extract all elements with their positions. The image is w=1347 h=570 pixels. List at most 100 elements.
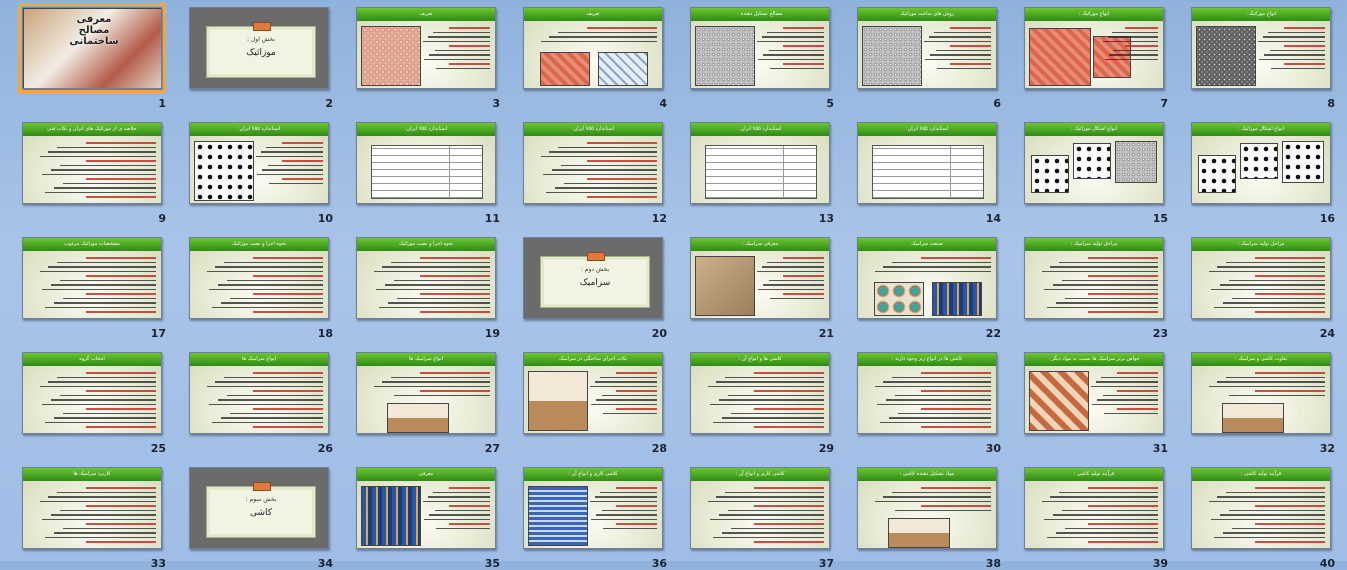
slide-number: 23	[1152, 327, 1168, 340]
slide-thumbnail[interactable]: انواع موزائیک :	[1024, 7, 1164, 89]
slide-thumbnail[interactable]: روش های ساخت موزائیک	[857, 7, 997, 89]
slide-thumbnail[interactable]: انواع سرامیک ها	[356, 352, 496, 434]
slide-15[interactable]: انواع اشکال موزائیک : 15	[1024, 122, 1168, 225]
slide-38[interactable]: مواد تشکیل دهنده کاشی : 38	[857, 467, 1001, 570]
slide-thumbnail[interactable]: کاشی ها و انواع آن :	[690, 352, 830, 434]
slide-24[interactable]: مراحل تولید سرامیک : 24	[1191, 237, 1335, 340]
slide-3[interactable]: تعریف 3	[356, 7, 500, 110]
slide-thumbnail[interactable]: نکات اجرای ساختگی در سرامیک	[523, 352, 663, 434]
slide-title-bar: فرآیند تولید کاشی :	[1025, 468, 1163, 481]
slide-title-bar: استاندارد ۷۵۵ ایران:	[858, 123, 996, 136]
slide-thumbnail[interactable]: نحوه اجرا و نصب موزائیک	[356, 237, 496, 319]
slide-thumbnail[interactable]: کاشی کاری و انواع آن :	[690, 467, 830, 549]
slide-thumbnail[interactable]: استاندارد ۷۵۵ ایران:	[690, 122, 830, 204]
slide-thumbnail[interactable]: فرآیند تولید کاشی :	[1024, 467, 1164, 549]
slide-thumbnail[interactable]: مواد تشکیل دهنده کاشی :	[857, 467, 997, 549]
slide-title-bar: تعریف	[357, 8, 495, 21]
slide-34[interactable]: بخش سوم : کاشی 34	[189, 467, 333, 570]
slide-thumbnail[interactable]: خواص برتر سرامیک ها نسبت به مواد دیگر :	[1024, 352, 1164, 434]
slide-33[interactable]: کاربرد سرامیک ها 33	[22, 467, 166, 570]
slide-number: 14	[985, 212, 1001, 225]
slide-40[interactable]: فرآیند تولید کاشی : 40	[1191, 467, 1335, 570]
slide-image	[528, 371, 588, 431]
slide-number: 27	[484, 442, 500, 455]
slide-16[interactable]: انواع اشکال موزائیک : 16	[1191, 122, 1335, 225]
slide-thumbnail[interactable]: استاندارد ۷۵۵ ایران:	[356, 122, 496, 204]
slide-title-bar: تعریف	[524, 8, 662, 21]
slide-image	[1029, 28, 1091, 86]
slide-thumbnail[interactable]: کاشی کاری و انواع آن :	[523, 467, 663, 549]
slide-25[interactable]: انتخاب گروه 25	[22, 352, 166, 455]
slide-title-bar: استاندارد ۷۵۵ ایران:	[190, 123, 328, 136]
slide-9[interactable]: خلاصه ی از موزائیک های ایران و نکات فنی 9	[22, 122, 166, 225]
slide-35[interactable]: معرفی 35	[356, 467, 500, 570]
slide-12[interactable]: استاندارد ۷۵۵ ایران: 12	[523, 122, 667, 225]
slide-thumbnail[interactable]: معرفی مصالح ساختمانی	[18, 3, 166, 93]
slide-32[interactable]: تفاوت کاشی و سرامیک : 32	[1191, 352, 1335, 455]
slide-thumbnail[interactable]: بخش اول : موزائیک	[189, 7, 329, 89]
slide-6[interactable]: روش های ساخت موزائیک 6	[857, 7, 1001, 110]
slide-thumbnail[interactable]: انواع سرامیک ها	[189, 352, 329, 434]
slide-37[interactable]: کاشی کاری و انواع آن : 37	[690, 467, 834, 570]
slide-title-bar: مواد تشکیل دهنده کاشی :	[858, 468, 996, 481]
slide-5[interactable]: مصالح تشکیل دهنده : 5	[690, 7, 834, 110]
slide-thumbnail[interactable]: بخش سوم : کاشی	[189, 467, 329, 549]
slide-title-bar: انواع سرامیک ها	[190, 353, 328, 366]
slide-11[interactable]: استاندارد ۷۵۵ ایران: 11	[356, 122, 500, 225]
slide-thumbnail[interactable]: استاندارد ۷۵۵ ایران:	[857, 122, 997, 204]
slide-number: 21	[818, 327, 834, 340]
slide-19[interactable]: نحوه اجرا و نصب موزائیک 19	[356, 237, 500, 340]
slide-title-bar: انواع موزائیک :	[1192, 8, 1330, 21]
slide-thumbnail[interactable]: مشخصات موزائیک مرغوب	[22, 237, 162, 319]
slide-thumbnail[interactable]: کاشی ها در انواع زیر وجود دارند :	[857, 352, 997, 434]
slide-14[interactable]: استاندارد ۷۵۵ ایران: 14	[857, 122, 1001, 225]
slide-17[interactable]: مشخصات موزائیک مرغوب 17	[22, 237, 166, 340]
slide-thumbnail[interactable]: انواع موزائیک :	[1191, 7, 1331, 89]
slide-thumbnail[interactable]: انواع اشکال موزائیک :	[1191, 122, 1331, 204]
slide-31[interactable]: خواص برتر سرامیک ها نسبت به مواد دیگر : 3…	[1024, 352, 1168, 455]
slide-27[interactable]: انواع سرامیک ها 27	[356, 352, 500, 455]
slide-7[interactable]: انواع موزائیک : 7	[1024, 7, 1168, 110]
slide-26[interactable]: انواع سرامیک ها 26	[189, 352, 333, 455]
slide-18[interactable]: نحوه اجرا و نصب موزائیک 18	[189, 237, 333, 340]
slide-thumbnail[interactable]: صنعت سرامیک	[857, 237, 997, 319]
slide-number: 12	[651, 212, 667, 225]
slide-number: 16	[1319, 212, 1335, 225]
slide-thumbnail[interactable]: مراحل تولید سرامیک :	[1191, 237, 1331, 319]
slide-thumbnail[interactable]: کاربرد سرامیک ها	[22, 467, 162, 549]
slide-thumbnail[interactable]: معرفی	[356, 467, 496, 549]
slide-21[interactable]: معرفی سرامیک : 21	[690, 237, 834, 340]
slide-1[interactable]: معرفی مصالح ساختمانی 1	[18, 3, 166, 110]
slide-28[interactable]: نکات اجرای ساختگی در سرامیک 28	[523, 352, 667, 455]
slide-thumbnail[interactable]: مراحل تولید سرامیک :	[1024, 237, 1164, 319]
slide-thumbnail[interactable]: نحوه اجرا و نصب موزائیک	[189, 237, 329, 319]
slide-thumbnail[interactable]: معرفی سرامیک :	[690, 237, 830, 319]
slide-22[interactable]: صنعت سرامیک 22	[857, 237, 1001, 340]
slide-thumbnail[interactable]: استاندارد ۷۵۵ ایران:	[523, 122, 663, 204]
slide-23[interactable]: مراحل تولید سرامیک : 23	[1024, 237, 1168, 340]
slide-4[interactable]: تعریف 4	[523, 7, 667, 110]
slide-thumbnail[interactable]: استاندارد ۷۵۵ ایران:	[189, 122, 329, 204]
slide-thumbnail[interactable]: تفاوت کاشی و سرامیک :	[1191, 352, 1331, 434]
slide-thumbnail[interactable]: انتخاب گروه	[22, 352, 162, 434]
slide-thumbnail[interactable]: تعریف	[523, 7, 663, 89]
slide-sorter-view[interactable]: معرفی مصالح ساختمانی 1 بخش اول : موزائیک 2 تع…	[0, 0, 1347, 570]
slide-10[interactable]: استاندارد ۷۵۵ ایران: 10	[189, 122, 333, 225]
slide-thumbnail[interactable]: فرآیند تولید کاشی :	[1191, 467, 1331, 549]
slide-thumbnail[interactable]: انواع اشکال موزائیک :	[1024, 122, 1164, 204]
section-title: کاشی	[249, 508, 273, 518]
slide-image	[1222, 403, 1284, 433]
slide-30[interactable]: کاشی ها در انواع زیر وجود دارند : 30	[857, 352, 1001, 455]
slide-36[interactable]: کاشی کاری و انواع آن : 36	[523, 467, 667, 570]
slide-2[interactable]: بخش اول : موزائیک 2	[189, 7, 333, 110]
slide-thumbnail[interactable]: تعریف	[356, 7, 496, 89]
slide-20[interactable]: بخش دوم : سرامیک 20	[523, 237, 667, 340]
slide-8[interactable]: انواع موزائیک : 8	[1191, 7, 1335, 110]
slide-39[interactable]: فرآیند تولید کاشی : 39	[1024, 467, 1168, 570]
slide-number: 37	[818, 557, 834, 570]
slide-13[interactable]: استاندارد ۷۵۵ ایران: 13	[690, 122, 834, 225]
slide-thumbnail[interactable]: مصالح تشکیل دهنده :	[690, 7, 830, 89]
slide-thumbnail[interactable]: بخش دوم : سرامیک	[523, 237, 663, 319]
slide-29[interactable]: کاشی ها و انواع آن : 29	[690, 352, 834, 455]
slide-thumbnail[interactable]: خلاصه ی از موزائیک های ایران و نکات فنی	[22, 122, 162, 204]
